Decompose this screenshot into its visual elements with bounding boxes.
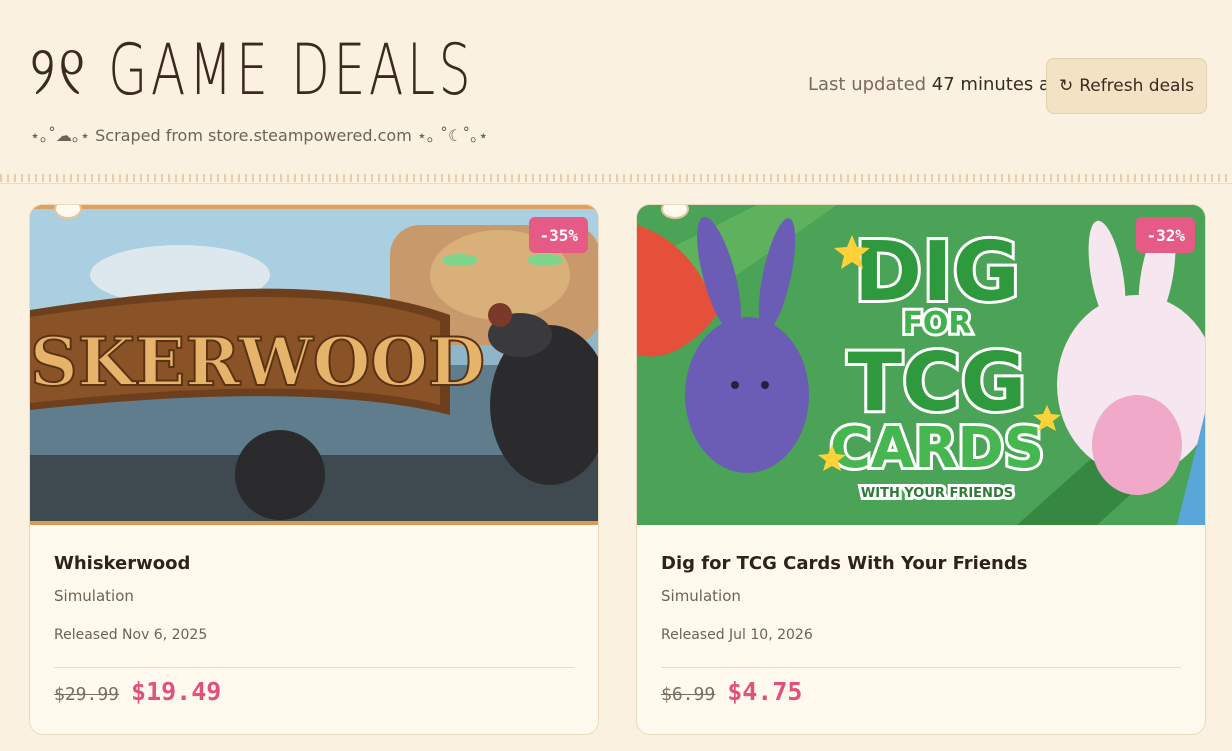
release-date: Released Jul 10, 2026	[661, 627, 813, 643]
deal-card[interactable]: SKERWOOD -35% Whiskerwood Simulation Rel…	[29, 204, 599, 735]
deal-card-body: Dig for TCG Cards With Your Friends Simu…	[661, 525, 1181, 734]
game-title[interactable]: Dig for TCG Cards With Your Friends	[661, 553, 1027, 574]
game-cover-image[interactable]: DIG FOR TCG CARDS WITH YOUR FRIENDS -32%	[637, 205, 1205, 525]
sale-price: $4.75	[727, 677, 803, 706]
refresh-icon: ↻	[1058, 76, 1074, 96]
whiskerwood-artwork: SKERWOOD	[30, 205, 598, 525]
source-subtitle: ⋆｡˚☁︎｡⋆ Scraped from store.steampowered.…	[30, 126, 489, 145]
last-updated: Last updated 47 minutes ago	[808, 74, 1072, 95]
deal-card[interactable]: DIG FOR TCG CARDS WITH YOUR FRIENDS -32%…	[636, 204, 1206, 735]
refresh-label: Refresh deals	[1079, 76, 1195, 96]
release-date: Released Nov 6, 2025	[54, 627, 208, 643]
art-line-cards: CARDS	[830, 416, 1044, 481]
original-price: $6.99	[661, 684, 716, 705]
game-genre: Simulation	[54, 587, 134, 605]
price-row: $6.99 $4.75	[661, 677, 802, 706]
game-genre: Simulation	[661, 587, 741, 605]
art-title-text: SKERWOOD	[30, 323, 485, 401]
deal-card-body: Whiskerwood Simulation Released Nov 6, 2…	[54, 525, 574, 734]
header-divider	[0, 172, 1232, 184]
price-separator	[54, 667, 574, 668]
page-title: ୨୧ GAME DEALS	[30, 29, 475, 111]
art-line-friends: WITH YOUR FRIENDS	[861, 486, 1013, 501]
last-updated-label: Last updated	[808, 74, 932, 95]
game-cover-image[interactable]: SKERWOOD -35%	[30, 205, 598, 525]
original-price: $29.99	[54, 684, 120, 705]
page-header: ୨୧ GAME DEALS ⋆｡˚☁︎｡⋆ Scraped from store…	[0, 0, 1232, 178]
title-area: ୨୧ GAME DEALS	[30, 28, 647, 112]
discount-badge: -32%	[1136, 217, 1195, 253]
price-separator	[661, 667, 1181, 668]
game-title[interactable]: Whiskerwood	[54, 553, 190, 574]
price-row: $29.99 $19.49	[54, 677, 221, 706]
refresh-deals-button[interactable]: ↻ Refresh deals	[1046, 58, 1207, 114]
sale-price: $19.49	[131, 677, 222, 706]
discount-badge: -35%	[529, 217, 588, 253]
dig-for-tcg-artwork: DIG FOR TCG CARDS WITH YOUR FRIENDS	[637, 205, 1205, 525]
